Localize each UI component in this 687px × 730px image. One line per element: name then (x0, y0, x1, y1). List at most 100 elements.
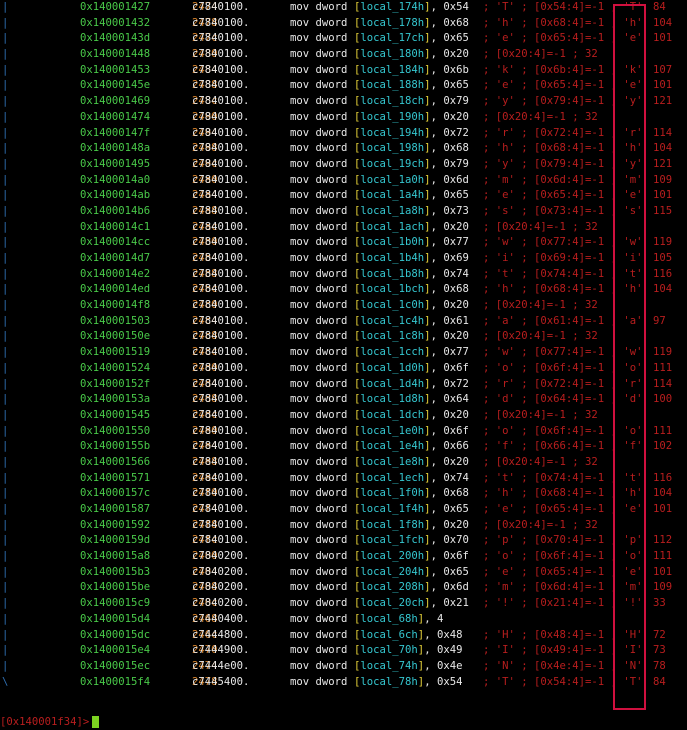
instruction-address[interactable]: 0x14000152f (80, 377, 150, 393)
instruction-row[interactable]: | 0x1400015be c784 2408 0200. mov dword [local… (0, 580, 687, 596)
instruction-row[interactable]: | 0x14000150e c784 24c8 0100. mov dword [local… (0, 329, 687, 345)
instruction-address[interactable]: 0x140001432 (80, 16, 150, 32)
instruction-row[interactable]: | 0x140001432 c784 2478 0100. mov dword [local… (0, 16, 687, 32)
instruction-row[interactable]: | 0x1400014a0 c784 24a0 0100. mov dword [local… (0, 173, 687, 189)
local-variable[interactable]: local_1bch (360, 283, 424, 295)
instruction-address[interactable]: 0x140001545 (80, 408, 150, 424)
local-variable[interactable]: local_19ch (360, 158, 424, 170)
instruction-address[interactable]: 0x1400015d4 (80, 612, 150, 628)
instruction-address[interactable]: 0x1400015a8 (80, 549, 150, 565)
instruction-address[interactable]: 0x140001469 (80, 94, 150, 110)
instruction-address[interactable]: 0x1400015f4 (80, 675, 150, 691)
text-cursor[interactable] (92, 716, 100, 728)
instruction-address[interactable]: 0x14000159d (80, 533, 150, 549)
instruction-row[interactable]: | 0x1400014ab c784 24a4 0100. mov dword [local… (0, 188, 687, 204)
local-variable[interactable]: local_1d8h (360, 393, 424, 405)
instruction-row[interactable]: | 0x1400015d4 c744 2468 0400. mov dword [local… (0, 612, 687, 628)
local-variable[interactable]: local_1e8h (360, 456, 424, 468)
instruction-row[interactable]: | 0x14000153a c784 24d8 0100. mov dword [local… (0, 392, 687, 408)
instruction-address[interactable]: 0x140001571 (80, 471, 150, 487)
local-variable[interactable]: local_188h (360, 79, 424, 91)
instruction-address[interactable]: 0x14000147f (80, 126, 150, 142)
instruction-address[interactable]: 0x140001550 (80, 424, 150, 440)
local-variable[interactable]: local_20ch (360, 597, 424, 609)
local-variable[interactable]: local_178h (360, 17, 424, 29)
instruction-address[interactable]: 0x140001592 (80, 518, 150, 534)
instruction-row[interactable]: | 0x1400014b6 c784 24a8 0100. mov dword [local… (0, 204, 687, 220)
instruction-address[interactable]: 0x1400015be (80, 580, 150, 596)
instruction-row[interactable]: | 0x14000145e c784 2488 0100. mov dword [local… (0, 78, 687, 94)
local-variable[interactable]: local_1b8h (360, 268, 424, 280)
local-variable[interactable]: local_1c8h (360, 330, 424, 342)
instruction-row[interactable]: | 0x1400015c9 c784 240c 0200. mov dword [local… (0, 596, 687, 612)
instruction-row[interactable]: | 0x14000152f c784 24d4 0100. mov dword [local… (0, 377, 687, 393)
instruction-row[interactable]: | 0x14000148a c784 2498 0100. mov dword [local… (0, 141, 687, 157)
instruction-address[interactable]: 0x140001587 (80, 502, 150, 518)
local-variable[interactable]: local_74h (360, 660, 417, 672)
local-variable[interactable]: local_1f4h (360, 503, 424, 515)
instruction-address[interactable]: 0x1400014b6 (80, 204, 150, 220)
instruction-row[interactable]: | 0x1400015dc c744 246c 4800. mov dword [local… (0, 628, 687, 644)
instruction-address[interactable]: 0x140001448 (80, 47, 150, 63)
instruction-address[interactable]: 0x140001524 (80, 361, 150, 377)
local-variable[interactable]: local_1ech (360, 472, 424, 484)
instruction-row[interactable]: | 0x14000157c c784 24f0 0100. mov dword [local… (0, 486, 687, 502)
instruction-address[interactable]: 0x14000148a (80, 141, 150, 157)
local-variable[interactable]: local_6ch (360, 629, 417, 641)
instruction-row[interactable]: | 0x140001448 c784 2480 0100. mov dword [local… (0, 47, 687, 63)
instruction-address[interactable]: 0x140001566 (80, 455, 150, 471)
instruction-row[interactable]: | 0x140001519 c784 24cc 0100. mov dword [local… (0, 345, 687, 361)
instruction-address[interactable]: 0x140001503 (80, 314, 150, 330)
instruction-address[interactable]: 0x1400015e4 (80, 643, 150, 659)
instruction-row[interactable]: | 0x140001524 c784 24d0 0100. mov dword [local… (0, 361, 687, 377)
local-variable[interactable]: local_1a4h (360, 189, 424, 201)
instruction-row[interactable]: | 0x140001503 c784 24c4 0100. mov dword [local… (0, 314, 687, 330)
local-variable[interactable]: local_1cch (360, 346, 424, 358)
local-variable[interactable]: local_68h (360, 613, 417, 625)
instruction-address[interactable]: 0x14000153a (80, 392, 150, 408)
instruction-address[interactable]: 0x14000150e (80, 329, 150, 345)
local-variable[interactable]: local_198h (360, 142, 424, 154)
instruction-address[interactable]: 0x14000157c (80, 486, 150, 502)
local-variable[interactable]: local_204h (360, 566, 424, 578)
local-variable[interactable]: local_1a8h (360, 205, 424, 217)
instruction-row[interactable]: | 0x140001427 c784 2474 0100. mov dword [local… (0, 0, 687, 16)
instruction-row[interactable]: | 0x140001566 c784 24e8 0100. mov dword [local… (0, 455, 687, 471)
instruction-row[interactable]: | 0x140001469 c784 248c 0100. mov dword [local… (0, 94, 687, 110)
instruction-address[interactable]: 0x1400015ec (80, 659, 150, 675)
local-variable[interactable]: local_1e4h (360, 440, 424, 452)
local-variable[interactable]: local_1b0h (360, 236, 424, 248)
local-variable[interactable]: local_1b4h (360, 252, 424, 264)
local-variable[interactable]: local_200h (360, 550, 424, 562)
local-variable[interactable]: local_194h (360, 127, 424, 139)
instruction-row[interactable]: | 0x140001453 c784 2484 0100. mov dword [local… (0, 63, 687, 79)
instruction-row[interactable]: | 0x1400015e4 c744 2470 4900. mov dword [local… (0, 643, 687, 659)
instruction-address[interactable]: 0x14000155b (80, 439, 150, 455)
instruction-address[interactable]: 0x14000145e (80, 78, 150, 94)
instruction-row[interactable]: | 0x140001587 c784 24f4 0100. mov dword [local… (0, 502, 687, 518)
local-variable[interactable]: local_1e0h (360, 425, 424, 437)
instruction-address[interactable]: 0x1400014d7 (80, 251, 150, 267)
instruction-row[interactable]: | 0x14000143d c784 247c 0100. mov dword [local… (0, 31, 687, 47)
local-variable[interactable]: local_190h (360, 111, 424, 123)
instruction-row[interactable]: | 0x1400015ec c744 2474 4e00. mov dword [local… (0, 659, 687, 675)
local-variable[interactable]: local_1d0h (360, 362, 424, 374)
instruction-row[interactable]: | 0x14000155b c784 24e4 0100. mov dword [local… (0, 439, 687, 455)
instruction-address[interactable]: 0x1400014a0 (80, 173, 150, 189)
local-variable[interactable]: local_174h (360, 1, 424, 13)
local-variable[interactable]: local_1f8h (360, 519, 424, 531)
instruction-row[interactable]: | 0x1400015a8 c784 2400 0200. mov dword [local… (0, 549, 687, 565)
instruction-row[interactable]: | 0x1400014f8 c784 24c0 0100. mov dword [local… (0, 298, 687, 314)
instruction-row[interactable]: | 0x140001474 c784 2490 0100. mov dword [local… (0, 110, 687, 126)
local-variable[interactable]: local_18ch (360, 95, 424, 107)
instruction-row[interactable]: | 0x14000147f c784 2494 0100. mov dword [local… (0, 126, 687, 142)
instruction-address[interactable]: 0x140001495 (80, 157, 150, 173)
local-variable[interactable]: local_1fch (360, 534, 424, 546)
instruction-address[interactable]: 0x140001519 (80, 345, 150, 361)
instruction-row[interactable]: | 0x140001592 c784 24f8 0100. mov dword [local… (0, 518, 687, 534)
instruction-address[interactable]: 0x1400015dc (80, 628, 150, 644)
local-variable[interactable]: local_180h (360, 48, 424, 60)
local-variable[interactable]: local_78h (360, 676, 417, 688)
instruction-row[interactable]: | 0x140001571 c784 24ec 0100. mov dword [local… (0, 471, 687, 487)
local-variable[interactable]: local_1a0h (360, 174, 424, 186)
